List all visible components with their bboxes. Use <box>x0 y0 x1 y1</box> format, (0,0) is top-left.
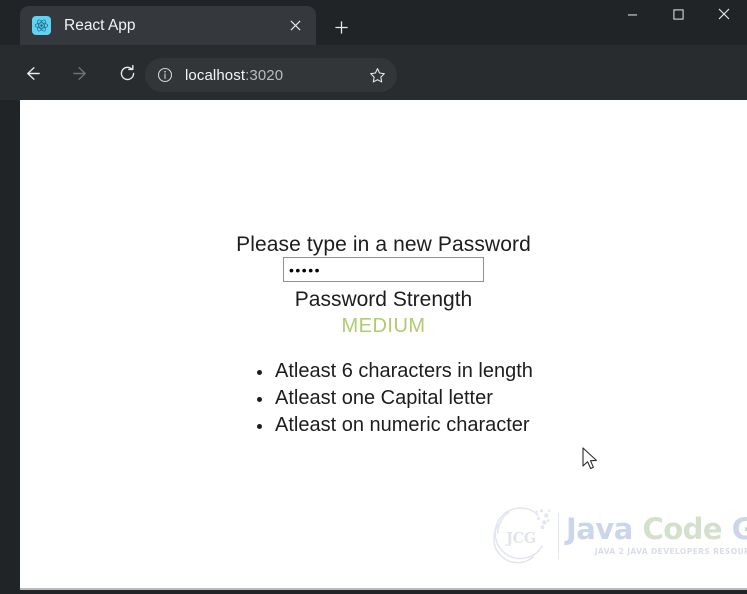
svg-text:JCG: JCG <box>504 529 536 546</box>
tab-react-app[interactable]: React App <box>20 6 316 45</box>
viewport-bottom-border <box>20 588 747 590</box>
password-field-wrap <box>20 257 747 282</box>
list-item: Atleast on numeric character <box>255 412 533 439</box>
star-icon[interactable] <box>365 63 389 87</box>
password-strength-label: Password Strength <box>294 288 473 311</box>
maximize-icon <box>672 7 684 25</box>
password-input[interactable] <box>283 257 484 282</box>
window-controls <box>609 0 747 45</box>
forward-arrow-icon <box>71 64 90 88</box>
close-icon <box>718 7 730 25</box>
url-port: :3020 <box>245 66 284 84</box>
java-code-geeks-watermark: JCG Java Code Geeks JAVA 2 JAVA DEVELOPE… <box>488 498 747 573</box>
watermark-word-geeks: Geeks <box>731 512 747 546</box>
watermark-title: Java Code Geeks <box>566 515 747 544</box>
page-title: Please type in a new Password <box>236 233 531 256</box>
list-item: Atleast one Capital letter <box>255 385 533 412</box>
plus-icon <box>334 20 349 40</box>
browser-window: React App localhost:3020 Please type in … <box>0 0 747 594</box>
url-host: localhost <box>185 66 246 84</box>
watermark-tagline: JAVA 2 JAVA DEVELOPERS RESOURCE CENTER <box>594 547 747 556</box>
reload-button[interactable] <box>111 60 143 92</box>
password-strength-value: MEDIUM <box>341 315 426 337</box>
tab-title: React App <box>64 17 136 34</box>
reload-icon <box>118 64 137 88</box>
address-bar[interactable]: localhost:3020 <box>145 58 397 92</box>
watermark-word-code: Code <box>642 512 723 546</box>
watermark-divider <box>558 512 559 559</box>
back-button[interactable] <box>16 60 48 92</box>
minimize-icon <box>627 7 638 25</box>
back-arrow-icon <box>23 64 42 88</box>
list-item: Atleast 6 characters in length <box>255 358 533 385</box>
forward-button[interactable] <box>64 60 96 92</box>
watermark-text: Java Code Geeks JAVA 2 JAVA DEVELOPERS R… <box>566 515 747 557</box>
close-window-button[interactable] <box>701 0 747 32</box>
minimize-button[interactable] <box>609 0 655 32</box>
new-tab-button[interactable] <box>328 17 354 43</box>
maximize-button[interactable] <box>655 0 701 32</box>
tab-strip: React App <box>0 0 747 45</box>
watermark-word-java: Java <box>566 512 633 546</box>
password-rules-list: Atleast 6 characters in length Atleast o… <box>255 358 533 439</box>
info-circle-icon[interactable] <box>156 66 174 84</box>
address-bar-url: localhost:3020 <box>185 67 365 84</box>
page-viewport: Please type in a new Password Password S… <box>20 100 747 588</box>
close-icon[interactable] <box>284 15 306 37</box>
jcg-circle-logo-icon: JCG <box>488 502 556 570</box>
react-logo-icon <box>32 16 51 35</box>
